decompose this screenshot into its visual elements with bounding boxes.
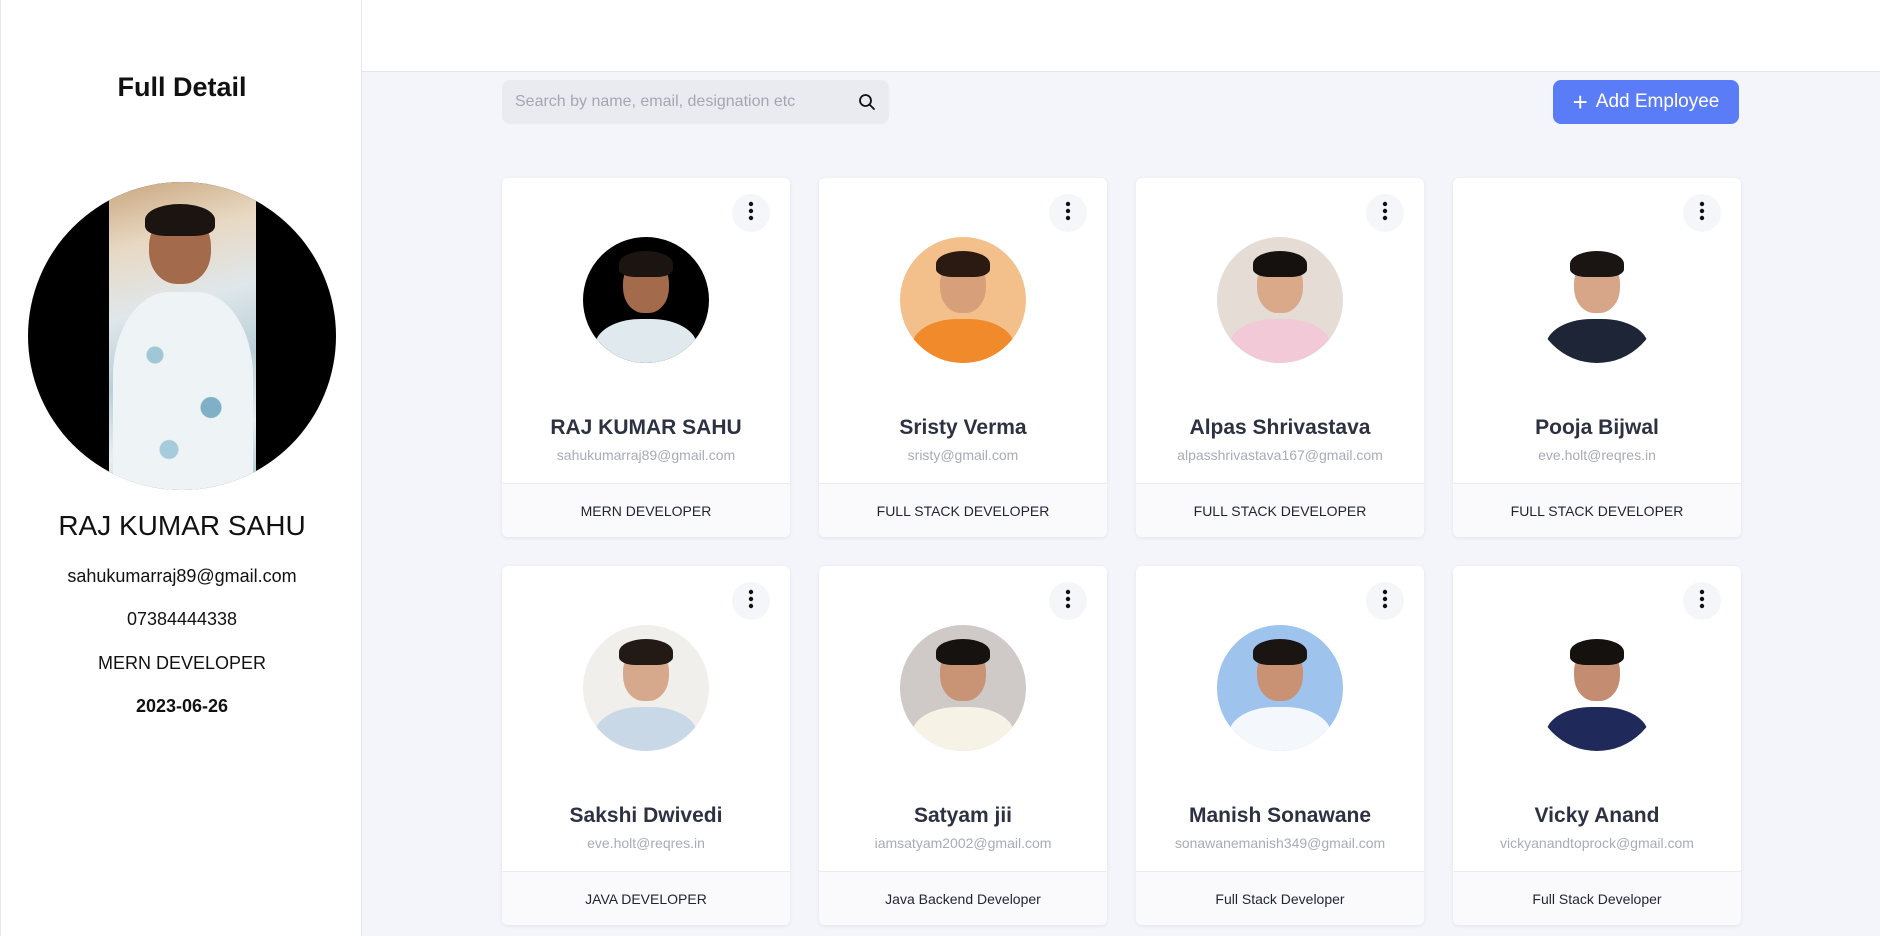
employee-email: alpasshrivastava167@gmail.com (1177, 447, 1383, 463)
employee-name: Manish Sonawane (1188, 804, 1372, 827)
employee-card[interactable]: Alpas Shrivastava alpasshrivastava167@gm… (1136, 178, 1424, 537)
employee-designation: FULL STACK DEVELOPER (1136, 483, 1424, 537)
employee-designation: MERN DEVELOPER (502, 483, 790, 537)
card-menu-button[interactable] (1683, 582, 1721, 620)
employee-name: RAJ KUMAR SAHU (550, 416, 742, 439)
employee-card[interactable]: Satyam jii iamsatyam2002@gmail.com Java … (819, 566, 1107, 925)
employee-detail-sidebar: Full Detail RAJ KUMAR SAHU sahukumarraj8… (0, 0, 362, 936)
top-bar (362, 0, 1880, 72)
employee-name: Satyam jii (913, 804, 1013, 827)
selected-employee-phone: 07384444338 (126, 609, 238, 629)
selected-employee-email: sahukumarraj89@gmail.com (67, 566, 297, 586)
card-menu-button[interactable] (1683, 194, 1721, 232)
employee-email: sahukumarraj89@gmail.com (556, 447, 736, 463)
more-vertical-icon (1382, 201, 1388, 226)
employee-avatar (583, 625, 709, 751)
employee-email: vickyanandtoprock@gmail.com (1500, 835, 1694, 851)
more-vertical-icon (748, 589, 754, 614)
employee-avatar (1217, 237, 1343, 363)
card-menu-button[interactable] (1049, 582, 1087, 620)
add-employee-button[interactable]: + Add Employee (1553, 80, 1739, 124)
employee-card[interactable]: RAJ KUMAR SAHU sahukumarraj89@gmail.com … (502, 178, 790, 537)
search-box (502, 80, 889, 124)
more-vertical-icon (748, 201, 754, 226)
employee-email: iamsatyam2002@gmail.com (874, 835, 1052, 851)
more-vertical-icon (1065, 201, 1071, 226)
employee-email: sristy@gmail.com (907, 447, 1019, 463)
employee-designation: FULL STACK DEVELOPER (819, 483, 1107, 537)
employee-card[interactable]: Vicky Anand vickyanandtoprock@gmail.com … (1453, 566, 1741, 925)
employee-name: Sristy Verma (899, 416, 1027, 439)
card-menu-button[interactable] (1366, 582, 1404, 620)
employee-designation: FULL STACK DEVELOPER (1453, 483, 1741, 537)
employee-avatar (900, 625, 1026, 751)
employee-designation: Java Backend Developer (819, 871, 1107, 925)
employee-email: sonawanemanish349@gmail.com (1174, 835, 1386, 851)
employee-name: Vicky Anand (1534, 804, 1660, 827)
employee-email: eve.holt@reqres.in (1538, 447, 1656, 463)
search-icon[interactable] (845, 80, 889, 124)
employee-card[interactable]: Pooja Bijwal eve.holt@reqres.in FULL STA… (1453, 178, 1741, 537)
selected-employee-name: RAJ KUMAR SAHU (58, 510, 306, 541)
employee-designation: Full Stack Developer (1453, 871, 1741, 925)
employee-designation: JAVA DEVELOPER (502, 871, 790, 925)
more-vertical-icon (1699, 201, 1705, 226)
employee-avatar (900, 237, 1026, 363)
employee-card[interactable]: Sakshi Dwivedi eve.holt@reqres.in JAVA D… (502, 566, 790, 925)
card-menu-button[interactable] (732, 194, 770, 232)
employee-name: Sakshi Dwivedi (569, 804, 723, 827)
employee-designation: Full Stack Developer (1136, 871, 1424, 925)
sidebar-title: Full Detail (117, 72, 247, 102)
employee-avatar (1534, 625, 1660, 751)
employee-avatar (1534, 237, 1660, 363)
employee-card[interactable]: Sristy Verma sristy@gmail.com FULL STACK… (819, 178, 1107, 537)
employee-card[interactable]: Manish Sonawane sonawanemanish349@gmail.… (1136, 566, 1424, 925)
employee-avatar (583, 237, 709, 363)
add-employee-label: Add Employee (1595, 91, 1720, 112)
search-input[interactable] (502, 80, 845, 124)
more-vertical-icon (1065, 589, 1071, 614)
employee-grid: RAJ KUMAR SAHU sahukumarraj89@gmail.com … (502, 178, 1741, 925)
more-vertical-icon (1382, 589, 1388, 614)
card-menu-button[interactable] (732, 582, 770, 620)
card-menu-button[interactable] (1049, 194, 1087, 232)
employee-email: eve.holt@reqres.in (587, 835, 705, 851)
selected-employee-designation: MERN DEVELOPER (97, 653, 267, 673)
plus-icon: + (1572, 87, 1588, 117)
card-menu-button[interactable] (1366, 194, 1404, 232)
more-vertical-icon (1699, 589, 1705, 614)
selected-employee-avatar (28, 182, 336, 490)
employee-name: Pooja Bijwal (1535, 416, 1659, 439)
employee-name: Alpas Shrivastava (1189, 416, 1371, 439)
selected-employee-join-date: 2023-06-26 (135, 696, 229, 716)
employee-avatar (1217, 625, 1343, 751)
